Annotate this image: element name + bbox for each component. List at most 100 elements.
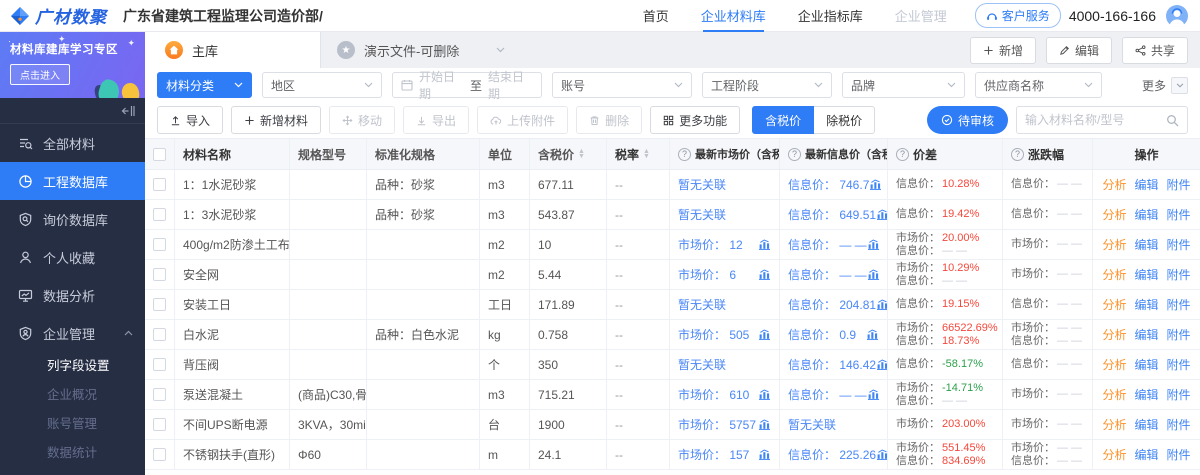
pending-review-button[interactable]: 待审核 bbox=[927, 106, 1008, 134]
trend-chart-icon[interactable] bbox=[876, 299, 888, 310]
add-library-button[interactable]: 新增 bbox=[970, 37, 1036, 64]
row-checkbox[interactable] bbox=[153, 298, 166, 311]
edit-link[interactable]: 编辑 bbox=[1134, 236, 1158, 253]
analyze-link[interactable]: 分析 bbox=[1102, 266, 1126, 283]
customer-service-button[interactable]: 客户服务 bbox=[975, 3, 1061, 28]
attachment-link[interactable]: 附件 bbox=[1167, 446, 1191, 463]
sidebar-item-inquiry-database[interactable]: 询价数据库 bbox=[0, 200, 145, 238]
material-search-input[interactable] bbox=[1025, 113, 1160, 127]
row-checkbox[interactable] bbox=[153, 208, 166, 221]
nav-enterprise-index-lib[interactable]: 企业指标库 bbox=[798, 0, 863, 32]
sidebar-item-project-database[interactable]: 工程数据库 bbox=[0, 162, 145, 200]
trend-chart-icon[interactable] bbox=[758, 239, 771, 250]
attachment-link[interactable]: 附件 bbox=[1167, 176, 1191, 193]
analyze-link[interactable]: 分析 bbox=[1102, 176, 1126, 193]
edit-link[interactable]: 编辑 bbox=[1134, 386, 1158, 403]
trend-chart-icon[interactable] bbox=[867, 269, 880, 280]
tax-excluded-option[interactable]: 除税价 bbox=[814, 106, 875, 134]
edit-link[interactable]: 编辑 bbox=[1134, 446, 1158, 463]
trend-chart-icon[interactable] bbox=[758, 389, 771, 400]
edit-link[interactable]: 编辑 bbox=[1134, 266, 1158, 283]
nav-enterprise-material-lib[interactable]: 企业材料库 bbox=[701, 0, 766, 32]
attachment-link[interactable]: 附件 bbox=[1167, 266, 1191, 283]
edit-link[interactable]: 编辑 bbox=[1134, 416, 1158, 433]
analyze-link[interactable]: 分析 bbox=[1102, 236, 1126, 253]
search-icon[interactable] bbox=[1166, 114, 1179, 127]
sidebar-subitem-column-settings[interactable]: 列字段设置 bbox=[0, 352, 145, 381]
edit-link[interactable]: 编辑 bbox=[1134, 176, 1158, 193]
nav-home[interactable]: 首页 bbox=[643, 0, 669, 32]
trend-chart-icon[interactable] bbox=[869, 179, 882, 190]
account-filter[interactable]: 账号 bbox=[552, 72, 692, 98]
attachment-link[interactable]: 附件 bbox=[1167, 296, 1191, 313]
attachment-link[interactable]: 附件 bbox=[1167, 236, 1191, 253]
chevron-down-icon[interactable] bbox=[496, 47, 505, 53]
tax-included-option[interactable]: 含税价 bbox=[752, 106, 814, 134]
date-end-placeholder[interactable]: 结束日期 bbox=[488, 68, 533, 102]
edit-link[interactable]: 编辑 bbox=[1134, 206, 1158, 223]
edit-library-button[interactable]: 编辑 bbox=[1046, 37, 1112, 64]
attachment-link[interactable]: 附件 bbox=[1167, 326, 1191, 343]
help-icon[interactable]: ? bbox=[788, 148, 801, 161]
row-checkbox[interactable] bbox=[153, 388, 166, 401]
add-material-button[interactable]: 新增材料 bbox=[231, 106, 321, 134]
learning-banner[interactable]: · ✦ ✦ 材料库建库学习专区 点击进入 bbox=[0, 32, 145, 98]
trend-chart-icon[interactable] bbox=[867, 389, 880, 400]
edit-link[interactable]: 编辑 bbox=[1134, 326, 1158, 343]
help-icon[interactable]: ? bbox=[896, 148, 909, 161]
row-checkbox[interactable] bbox=[153, 448, 166, 461]
analyze-link[interactable]: 分析 bbox=[1102, 386, 1126, 403]
sidebar-item-enterprise-manage[interactable]: 企业管理 bbox=[0, 314, 145, 352]
price-sort-icon[interactable]: ▲▼ bbox=[578, 149, 585, 159]
brand-filter[interactable]: 品牌 bbox=[842, 72, 965, 98]
region-filter[interactable]: 地区 bbox=[262, 72, 382, 98]
attachment-link[interactable]: 附件 bbox=[1167, 356, 1191, 373]
stage-filter[interactable]: 工程阶段 bbox=[702, 72, 832, 98]
attachment-link[interactable]: 附件 bbox=[1167, 386, 1191, 403]
tab-demo-file[interactable]: ★ 演示文件-可删除 bbox=[320, 32, 510, 68]
more-functions-button[interactable]: 更多功能 bbox=[650, 106, 740, 134]
row-checkbox[interactable] bbox=[153, 238, 166, 251]
trend-chart-icon[interactable] bbox=[876, 209, 888, 220]
analyze-link[interactable]: 分析 bbox=[1102, 416, 1126, 433]
attachment-link[interactable]: 附件 bbox=[1167, 206, 1191, 223]
trend-chart-icon[interactable] bbox=[758, 449, 771, 460]
trend-chart-icon[interactable] bbox=[866, 329, 879, 340]
row-checkbox[interactable] bbox=[153, 178, 166, 191]
select-all-checkbox[interactable] bbox=[153, 148, 166, 161]
row-checkbox[interactable] bbox=[153, 328, 166, 341]
user-avatar[interactable] bbox=[1166, 5, 1188, 27]
sidebar-collapse-button[interactable] bbox=[0, 98, 145, 124]
category-filter[interactable]: 材料分类 bbox=[157, 72, 252, 98]
more-filters-button[interactable]: 更多 bbox=[1142, 77, 1188, 94]
help-icon[interactable]: ? bbox=[678, 148, 691, 161]
date-start-placeholder[interactable]: 开始日期 bbox=[419, 68, 464, 102]
edit-link[interactable]: 编辑 bbox=[1134, 356, 1158, 373]
supplier-filter[interactable]: 供应商名称 bbox=[975, 72, 1102, 98]
edit-link[interactable]: 编辑 bbox=[1134, 296, 1158, 313]
row-checkbox[interactable] bbox=[153, 358, 166, 371]
trend-chart-icon[interactable] bbox=[758, 269, 771, 280]
sidebar-item-favorites[interactable]: 个人收藏 bbox=[0, 238, 145, 276]
analyze-link[interactable]: 分析 bbox=[1102, 296, 1126, 313]
trend-chart-icon[interactable] bbox=[876, 359, 888, 370]
attachment-link[interactable]: 附件 bbox=[1167, 416, 1191, 433]
row-checkbox[interactable] bbox=[153, 418, 166, 431]
tax-sort-icon[interactable]: ▲▼ bbox=[643, 149, 650, 159]
trend-chart-icon[interactable] bbox=[876, 449, 888, 460]
analyze-link[interactable]: 分析 bbox=[1102, 326, 1126, 343]
help-icon[interactable]: ? bbox=[1011, 148, 1024, 161]
banner-enter-button[interactable]: 点击进入 bbox=[10, 64, 70, 85]
analyze-link[interactable]: 分析 bbox=[1102, 356, 1126, 373]
sidebar-item-data-analysis[interactable]: 数据分析 bbox=[0, 276, 145, 314]
analyze-link[interactable]: 分析 bbox=[1102, 446, 1126, 463]
date-range-filter[interactable]: 开始日期 至 结束日期 bbox=[392, 72, 542, 98]
tab-main-library[interactable]: 主库 bbox=[145, 32, 320, 68]
trend-chart-icon[interactable] bbox=[867, 239, 880, 250]
row-checkbox[interactable] bbox=[153, 268, 166, 281]
import-button[interactable]: 导入 bbox=[157, 106, 223, 134]
trend-chart-icon[interactable] bbox=[758, 419, 771, 430]
share-library-button[interactable]: 共享 bbox=[1122, 37, 1188, 64]
trend-chart-icon[interactable] bbox=[758, 329, 771, 340]
analyze-link[interactable]: 分析 bbox=[1102, 206, 1126, 223]
